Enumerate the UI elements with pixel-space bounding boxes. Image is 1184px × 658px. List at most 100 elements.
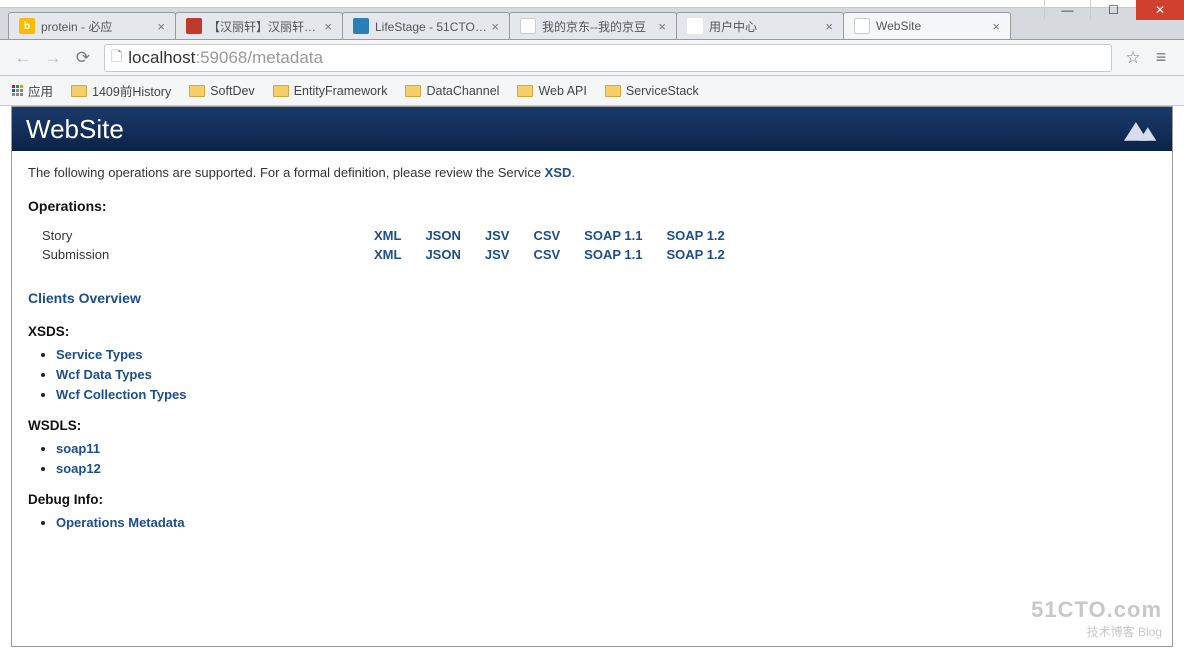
tab-title: LifeStage - 51CTO技术 <box>375 18 487 35</box>
apps-shortcut[interactable]: 应用 <box>12 81 53 100</box>
intro-text: The following operations are supported. … <box>28 165 1156 180</box>
format-link[interactable]: JSON <box>425 228 460 243</box>
browser-tab[interactable]: 【汉丽轩】汉丽轩宋家庄 × <box>175 12 343 39</box>
format-link[interactable]: XML <box>374 228 401 243</box>
clients-overview-link[interactable]: Clients Overview <box>28 290 1156 306</box>
tab-title: 【汉丽轩】汉丽轩宋家庄 <box>208 18 320 35</box>
watermark: 51CTO.com 技术博客 Blog <box>1031 597 1162 640</box>
bookmark-item[interactable]: SoftDev <box>189 84 254 98</box>
window-titlebar <box>0 0 1184 8</box>
list-link[interactable]: soap11 <box>56 441 100 456</box>
close-tab-icon[interactable]: × <box>992 19 1000 34</box>
close-tab-icon[interactable]: × <box>491 19 499 34</box>
table-row: Story XML JSON JSV CSV SOAP 1.1 SOAP 1.2 <box>42 226 737 245</box>
format-link[interactable]: JSON <box>425 247 460 262</box>
operation-name: Submission <box>42 245 362 264</box>
table-row: Submission XML JSON JSV CSV SOAP 1.1 SOAP 1.2 <box>42 245 737 264</box>
browser-tab[interactable]: LifeStage - 51CTO技术 × <box>342 12 510 39</box>
address-bar[interactable]: 🗋 localhost:59068/metadata <box>104 44 1112 72</box>
list-link[interactable]: Operations Metadata <box>56 515 185 530</box>
list-link[interactable]: soap12 <box>56 461 101 476</box>
list-item: soap12 <box>56 461 1156 476</box>
browser-tab[interactable]: b protein - 必应 × <box>8 12 176 39</box>
operations-table: StoryXMLJSONJSVCSVSOAP 1.1SOAP 1.2Submis… <box>42 226 737 264</box>
browser-tab[interactable]: 我的京东--我的京豆 × <box>509 12 677 39</box>
close-tab-icon[interactable]: × <box>825 19 833 34</box>
format-link[interactable]: XML <box>374 247 401 262</box>
bookmark-item[interactable]: DataChannel <box>405 84 499 98</box>
bookmark-label: 1409前History <box>92 81 171 100</box>
list-item: Wcf Collection Types <box>56 387 1156 402</box>
apps-label: 应用 <box>28 81 53 100</box>
wsdls-list: soap11 soap12 <box>56 441 1156 476</box>
watermark-small: 技术博客 Blog <box>1031 623 1162 640</box>
favicon: b <box>19 18 35 34</box>
xsds-list: Service Types Wcf Data Types Wcf Collectio… <box>56 347 1156 402</box>
format-link[interactable]: SOAP 1.1 <box>584 247 642 262</box>
format-link[interactable]: CSV <box>533 228 560 243</box>
minimize-button[interactable]: — <box>1044 0 1090 20</box>
tab-title: WebSite <box>876 19 988 33</box>
list-item: Operations Metadata <box>56 515 1156 530</box>
folder-icon <box>189 85 205 97</box>
folder-icon <box>605 85 621 97</box>
operations-heading: Operations: <box>28 198 1156 214</box>
forward-button[interactable]: → <box>38 43 68 73</box>
close-tab-icon[interactable]: × <box>324 19 332 34</box>
bookmark-label: DataChannel <box>426 84 499 98</box>
close-tab-icon[interactable]: × <box>658 19 666 34</box>
bookmark-item[interactable]: ServiceStack <box>605 84 699 98</box>
bookmark-item[interactable]: Web API <box>517 84 586 98</box>
tab-title: 我的京东--我的京豆 <box>542 18 654 35</box>
format-link[interactable]: CSV <box>533 247 560 262</box>
favicon: 58 <box>687 18 703 34</box>
bookmark-star-icon[interactable]: ☆ <box>1120 48 1146 68</box>
xsd-link[interactable]: XSD <box>545 165 572 180</box>
favicon <box>854 18 870 34</box>
back-button[interactable]: ← <box>8 43 38 73</box>
page-header: WebSite <box>12 107 1172 151</box>
list-link[interactable]: Wcf Data Types <box>56 367 152 382</box>
tab-title: protein - 必应 <box>41 18 153 35</box>
bookmark-item[interactable]: 1409前History <box>71 81 171 100</box>
close-tab-icon[interactable]: × <box>157 19 165 34</box>
debug-heading: Debug Info: <box>28 492 1156 507</box>
page-icon: 🗋 <box>111 46 122 70</box>
folder-icon <box>517 85 533 97</box>
debug-list: Operations Metadata <box>56 515 1156 530</box>
reload-button[interactable]: ⟳ <box>68 43 98 73</box>
favicon <box>353 18 369 34</box>
wsdls-heading: WSDLS: <box>28 418 1156 433</box>
browser-tab[interactable]: 58 用户中心 × <box>676 12 844 39</box>
folder-icon <box>71 85 87 97</box>
page-content: WebSite The following operations are sup… <box>11 106 1173 647</box>
close-button[interactable]: ✕ <box>1136 0 1184 20</box>
format-link[interactable]: JSV <box>485 228 510 243</box>
favicon <box>186 18 202 34</box>
format-link[interactable]: SOAP 1.2 <box>666 228 724 243</box>
tab-title: 用户中心 <box>709 18 821 35</box>
format-link[interactable]: SOAP 1.2 <box>666 247 724 262</box>
menu-icon[interactable]: ≡ <box>1146 47 1176 68</box>
maximize-button[interactable]: ☐ <box>1090 0 1136 20</box>
list-link[interactable]: Service Types <box>56 347 142 362</box>
apps-icon <box>12 85 23 96</box>
list-link[interactable]: Wcf Collection Types <box>56 387 187 402</box>
bookmark-item[interactable]: EntityFramework <box>273 84 388 98</box>
servicestack-logo-icon <box>1124 117 1158 141</box>
watermark-big: 51CTO.com <box>1031 597 1162 623</box>
browser-tab[interactable]: WebSite × <box>843 12 1011 39</box>
bookmarks-bar: 应用 1409前History SoftDev EntityFramework Dat… <box>0 76 1184 106</box>
operation-name: Story <box>42 226 362 245</box>
tab-strip: bprotein - 必应×【汉丽轩】汉丽轩宋家庄×LifeStage - 51… <box>0 8 1184 40</box>
folder-icon <box>405 85 421 97</box>
favicon <box>520 18 536 34</box>
toolbar: ← → ⟳ 🗋 localhost:59068/metadata ☆ ≡ <box>0 40 1184 76</box>
url-port: :59068 <box>195 48 247 67</box>
page-title: WebSite <box>26 114 124 145</box>
bookmark-label: Web API <box>538 84 586 98</box>
format-link[interactable]: JSV <box>485 247 510 262</box>
format-link[interactable]: SOAP 1.1 <box>584 228 642 243</box>
bookmark-label: EntityFramework <box>294 84 388 98</box>
url-text: localhost:59068/metadata <box>128 48 1105 68</box>
